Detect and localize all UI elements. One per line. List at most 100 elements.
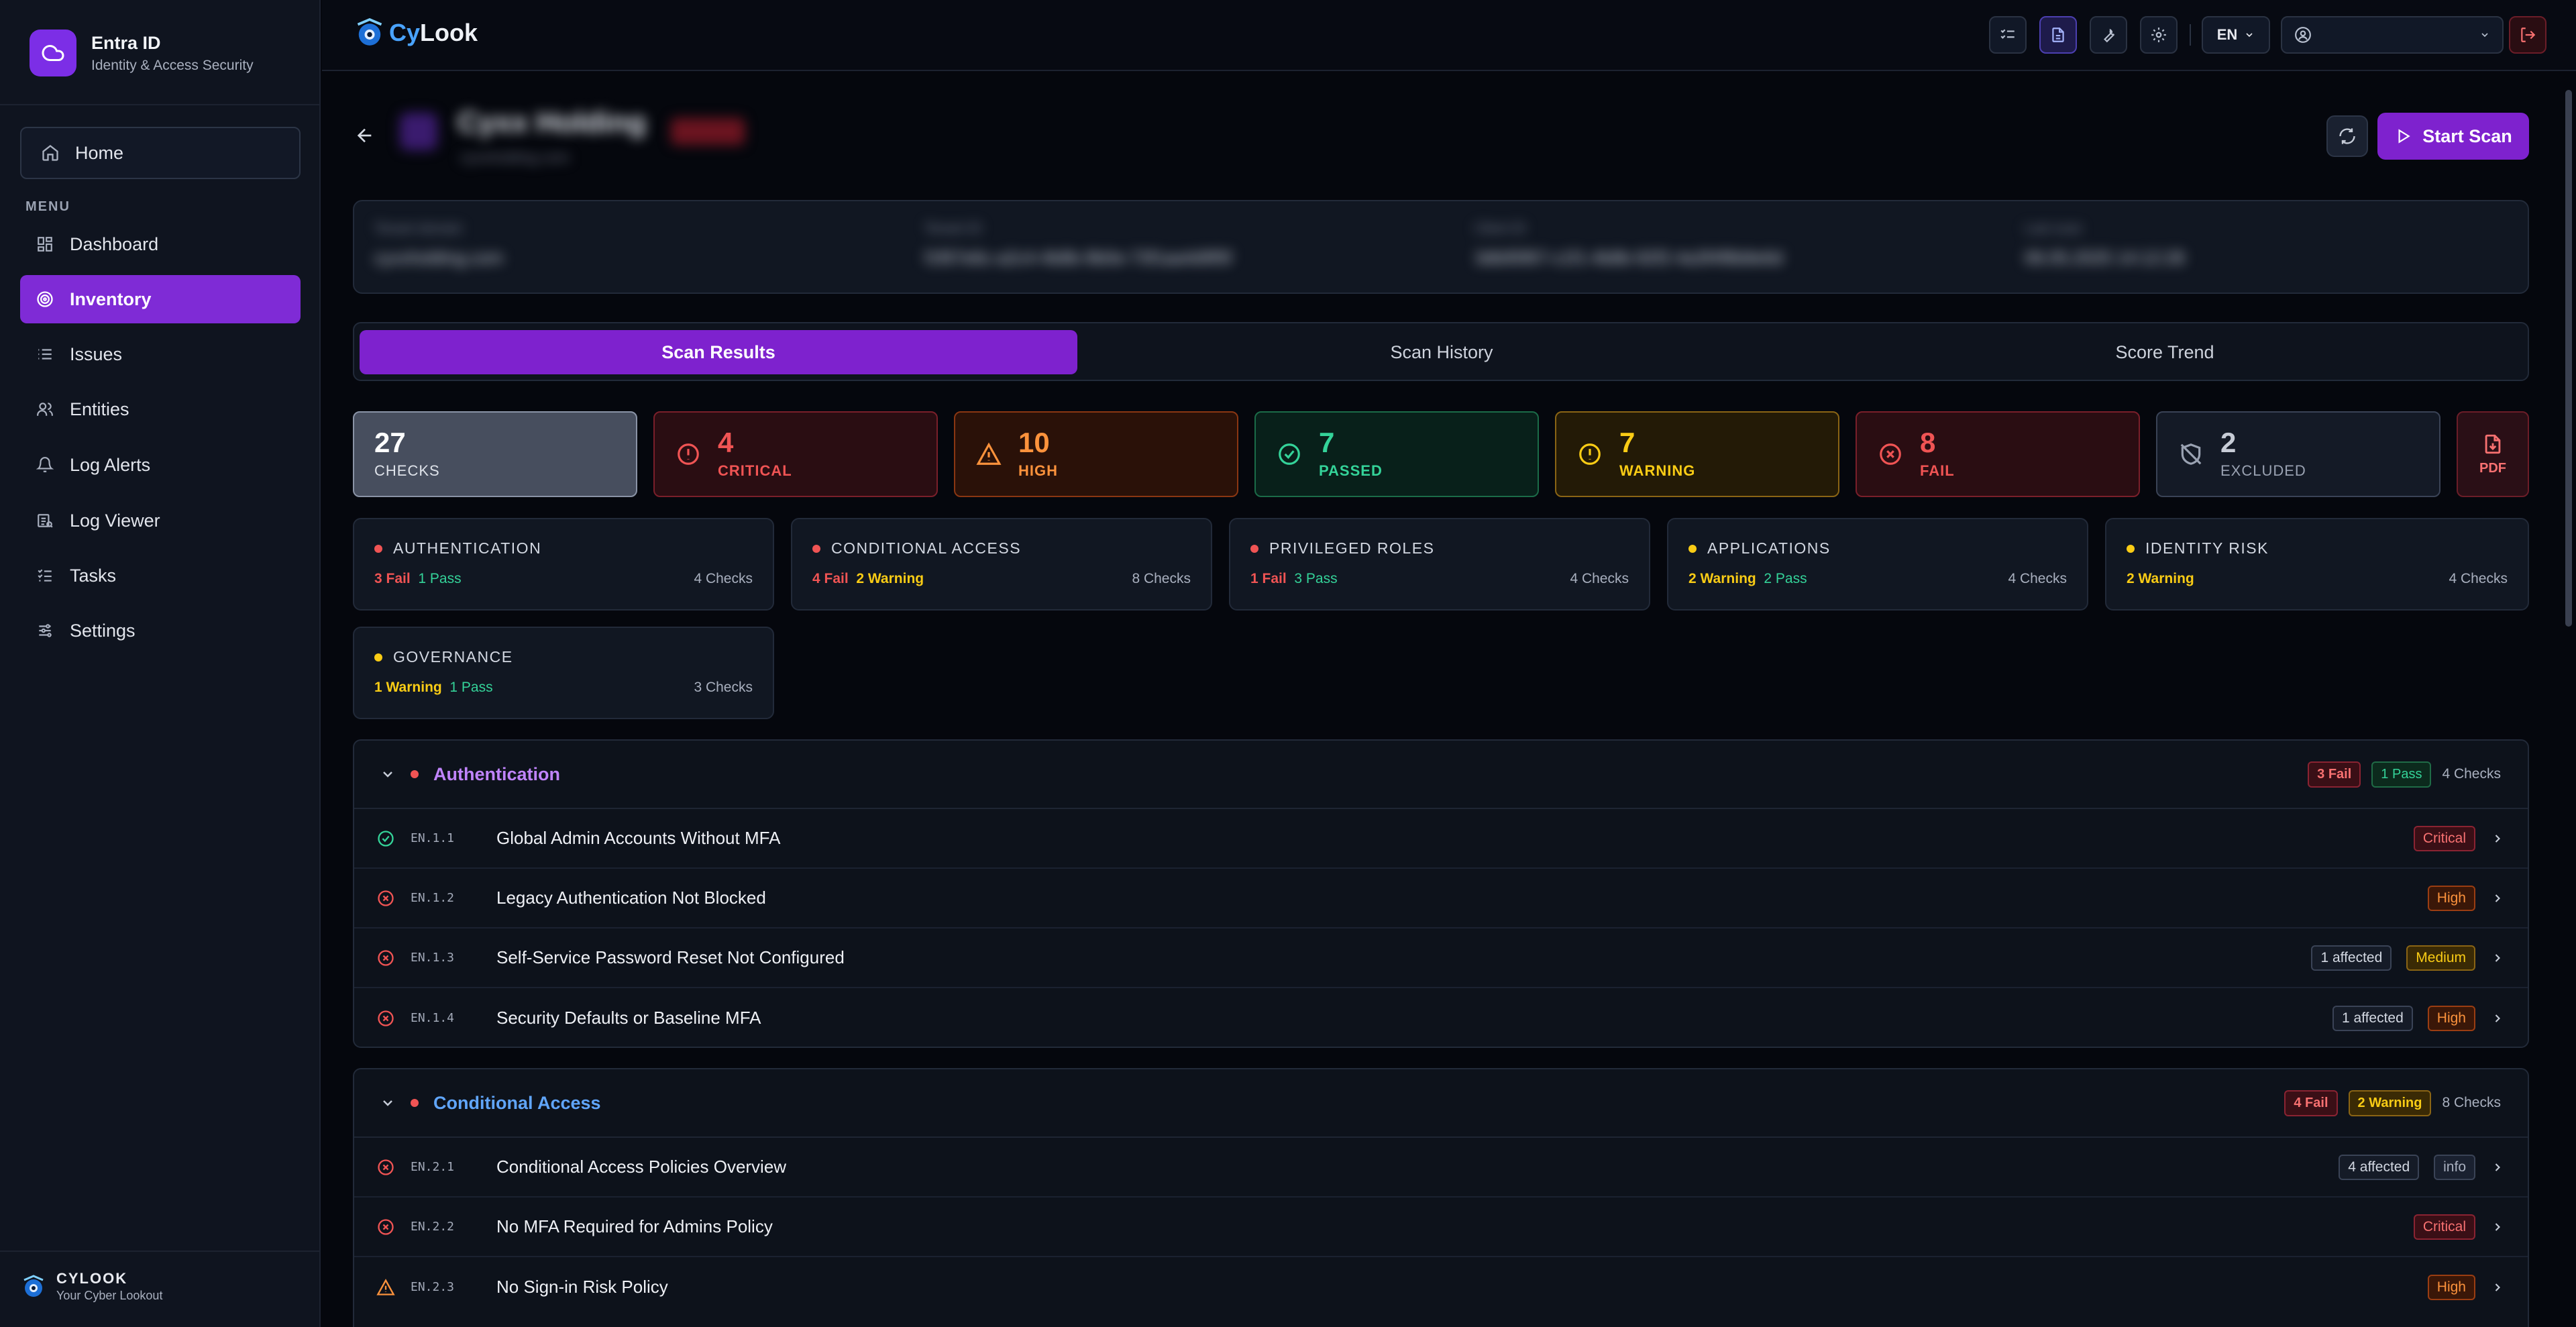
sidebar-item-tasks[interactable]: Tasks <box>20 551 301 600</box>
check-row[interactable]: EN.1.4 Security Defaults or Baseline MFA… <box>354 988 2528 1047</box>
checklist-icon <box>2000 29 2015 39</box>
section-title: Conditional Access <box>433 1092 601 1113</box>
check-count: 3 Checks <box>694 680 753 695</box>
x-circle-icon <box>376 1217 396 1237</box>
check-id: EN.2.3 <box>411 1280 455 1294</box>
stat-high[interactable]: 10 HIGH <box>954 411 1238 497</box>
chevron-down-icon <box>383 772 392 778</box>
language-value: EN <box>2216 26 2238 43</box>
category-card-applications[interactable]: APPLICATIONS 2 Warning 2 Pass 4 Checks <box>1667 518 2088 611</box>
section-header[interactable]: Conditional Access 4 Fail 2 Warning 8 Ch… <box>354 1069 2528 1138</box>
stat-warning[interactable]: 7 WARNING <box>1555 411 1839 497</box>
check-row[interactable]: EN.2.1 Conditional Access Policies Overv… <box>354 1138 2528 1198</box>
chevron-right-icon <box>2490 1012 2505 1025</box>
exclamation-circle-icon <box>1576 441 1603 468</box>
affected-badge: 1 affected <box>2311 945 2392 971</box>
check-title: No Sign-in Risk Policy <box>496 1277 668 1297</box>
pass-badge: 1 Pass <box>2371 761 2432 788</box>
check-row[interactable]: EN.1.2 Legacy Authentication Not Blocked… <box>354 869 2528 928</box>
sidebar-item-inventory[interactable]: Inventory <box>20 275 301 323</box>
sidebar-item-home[interactable]: Home <box>20 127 301 179</box>
stat-critical[interactable]: 4 CRITICAL <box>653 411 938 497</box>
sidebar-item-issues[interactable]: Issues <box>20 330 301 378</box>
affected-badge: 1 affected <box>2332 1005 2413 1031</box>
warning-count: 2 Warning <box>2127 571 2194 586</box>
tab-scan-history[interactable]: Scan History <box>1083 330 1801 374</box>
category-card-governance[interactable]: GOVERNANCE 1 Warning 1 Pass 3 Checks <box>353 627 774 719</box>
cloud-icon <box>30 30 76 76</box>
category-card-authentication[interactable]: AUTHENTICATION 3 Fail 1 Pass 4 Checks <box>353 518 774 611</box>
check-row[interactable]: EN.1.3 Self-Service Password Reset Not C… <box>354 928 2528 988</box>
stat-label: CHECKS <box>374 462 440 479</box>
warning-count: 2 Warning <box>1688 571 1756 586</box>
stat-passed[interactable]: 7 PASSED <box>1254 411 1539 497</box>
sidebar-item-entities[interactable]: Entities <box>20 385 301 433</box>
affected-badge: 4 affected <box>2339 1154 2420 1180</box>
check-count: 4 Checks <box>694 571 753 586</box>
stat-fail[interactable]: 8 FAIL <box>1856 411 2140 497</box>
logout-icon <box>2521 28 2536 42</box>
refresh-icon <box>2339 128 2355 144</box>
section-header[interactable]: Authentication 3 Fail 1 Pass 4 Checks <box>354 741 2528 809</box>
check-title: Self-Service Password Reset Not Configur… <box>496 947 845 967</box>
stat-value: 27 <box>374 427 406 458</box>
severity-badge: Critical <box>2413 1214 2475 1240</box>
start-scan-button[interactable]: Start Scan <box>2377 113 2529 160</box>
check-row[interactable]: EN.1.1 Global Admin Accounts Without MFA… <box>354 809 2528 869</box>
check-count: 8 Checks <box>1132 571 1191 586</box>
cylook-logo[interactable]: CyLook <box>353 16 478 50</box>
section-conditional-access: Conditional Access 4 Fail 2 Warning 8 Ch… <box>353 1068 2529 1327</box>
info-label: Tenant ID <box>924 221 982 236</box>
stat-label: PASSED <box>1319 462 1383 479</box>
x-circle-icon <box>376 1157 396 1177</box>
report-button[interactable] <box>2039 16 2077 54</box>
checklist-button[interactable] <box>1989 16 2027 54</box>
check-circle-icon <box>1276 441 1303 468</box>
check-circle-icon <box>376 829 396 849</box>
chevron-down-icon <box>2246 33 2253 38</box>
tab-score-trend[interactable]: Score Trend <box>1806 330 2524 374</box>
stat-value: 8 <box>1920 427 1936 458</box>
sidebar-item-log-viewer[interactable]: Log Viewer <box>20 496 301 545</box>
sidebar-item-settings[interactable]: Settings <box>20 606 301 655</box>
tools-button[interactable] <box>2090 16 2127 54</box>
pdf-export-button[interactable]: PDF <box>2457 411 2529 497</box>
category-card-privileged-roles[interactable]: PRIVILEGED ROLES 1 Fail 3 Pass 4 Checks <box>1229 518 1650 611</box>
language-select[interactable]: EN <box>2202 16 2270 54</box>
stat-label: CRITICAL <box>718 462 792 479</box>
stat-checks[interactable]: 27 CHECKS <box>353 411 637 497</box>
severity-badge: info <box>2434 1154 2475 1180</box>
check-row[interactable]: EN.2.3 No Sign-in Risk Policy High <box>354 1257 2528 1317</box>
back-button[interactable] <box>352 119 378 152</box>
sidebar-item-log-alerts[interactable]: Log Alerts <box>20 441 301 489</box>
cylook-eye-icon <box>23 1274 44 1297</box>
check-count: 4 Checks <box>2449 571 2508 586</box>
arrow-left-icon <box>357 128 372 143</box>
settings-button[interactable] <box>2140 16 2178 54</box>
status-dot <box>411 770 419 778</box>
sidebar-item-dashboard[interactable]: Dashboard <box>20 220 301 268</box>
warning-triangle-icon <box>376 1277 396 1297</box>
sliders-icon <box>35 621 55 641</box>
divider <box>2190 24 2191 46</box>
stat-excluded[interactable]: 2 EXCLUDED <box>2156 411 2440 497</box>
fail-count: 4 Fail <box>812 571 849 586</box>
check-row[interactable]: EN.2.2 No MFA Required for Admins Policy… <box>354 1198 2528 1257</box>
brand: Entra ID Identity & Access Security <box>30 30 254 76</box>
stat-value: 2 <box>2220 427 2237 458</box>
x-circle-icon <box>376 948 396 968</box>
tenant-domain: cyxxholding.com <box>460 149 570 166</box>
info-label: Last scan <box>2025 221 2082 236</box>
sidebar-item-label: Settings <box>70 620 136 641</box>
logout-button[interactable] <box>2509 16 2546 54</box>
tab-scan-results[interactable]: Scan Results <box>360 330 1077 374</box>
refresh-button[interactable] <box>2326 115 2368 157</box>
category-card-identity-risk[interactable]: IDENTITY RISK 2 Warning 4 Checks <box>2105 518 2529 611</box>
x-circle-icon <box>376 888 396 908</box>
divider <box>0 1251 319 1252</box>
check-id: EN.2.1 <box>411 1160 455 1174</box>
category-title: GOVERNANCE <box>393 648 513 666</box>
scrollbar-thumb[interactable] <box>2565 90 2572 627</box>
user-select[interactable] <box>2281 16 2504 54</box>
category-card-conditional-access[interactable]: CONDITIONAL ACCESS 4 Fail 2 Warning 8 Che… <box>791 518 1212 611</box>
